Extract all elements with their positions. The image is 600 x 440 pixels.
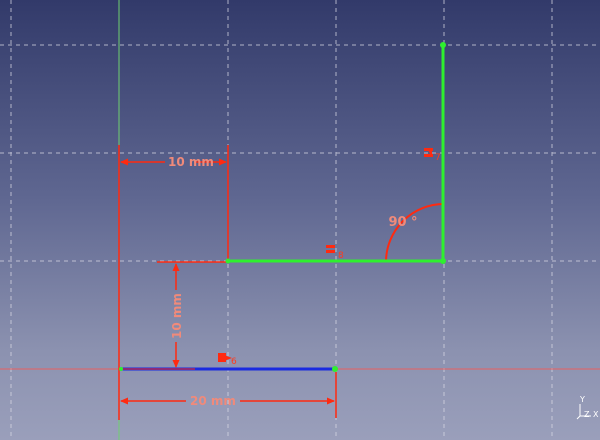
constraint-index-8: 8: [338, 251, 344, 261]
angle-label[interactable]: 90 °: [388, 215, 417, 230]
constraint-index-6: 6: [231, 357, 237, 367]
axis-label-x: X: [593, 410, 599, 419]
dimension-top-label[interactable]: 10 mm: [168, 155, 214, 169]
sketch-canvas[interactable]: 10 mm 10 mm 20 mm 90 ° 7 8 6 Y Z X: [0, 0, 600, 440]
sketch-viewport[interactable]: 10 mm 10 mm 20 mm 90 ° 7 8 6 Y Z X: [0, 0, 600, 440]
axis-label-y: Y: [579, 395, 585, 404]
point-top: [440, 42, 446, 48]
dimension-top-horizontal[interactable]: 10 mm: [120, 145, 229, 262]
dimension-bottom-label[interactable]: 20 mm: [190, 394, 236, 408]
sketch-points[interactable]: [119, 42, 446, 372]
dimension-vertical-label[interactable]: 10 mm: [170, 293, 184, 339]
axis-label-z: Z: [584, 410, 590, 419]
navigation-axis-indicator: Y Z X: [576, 395, 599, 420]
point-corner: [440, 258, 446, 264]
constraint-marker-vertical[interactable]: 7: [424, 148, 441, 163]
constraint-marker-horizontal[interactable]: 8: [326, 245, 344, 261]
angle-constraint[interactable]: 90 °: [385, 203, 445, 263]
point-left: [225, 258, 231, 264]
constraint-index-7: 7: [435, 153, 441, 163]
point-origin: [119, 367, 123, 371]
dimension-vertical[interactable]: 10 mm: [157, 261, 228, 368]
point-blue-end: [332, 366, 338, 372]
grid: [0, 0, 600, 440]
